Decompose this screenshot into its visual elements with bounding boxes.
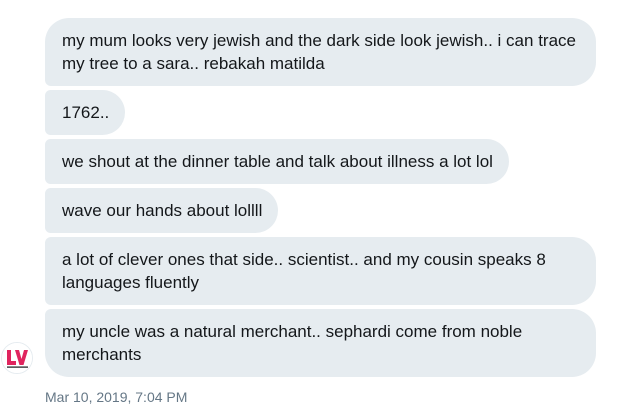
message-timestamp: Mar 10, 2019, 7:04 PM <box>45 389 188 405</box>
message-row: a lot of clever ones that side.. scienti… <box>45 237 605 305</box>
message-bubble[interactable]: 1762.. <box>45 90 126 135</box>
avatar[interactable] <box>1 342 33 374</box>
message-thread: my mum looks very jewish and the dark si… <box>45 18 605 381</box>
message-bubble[interactable]: wave our hands about lollll <box>45 188 279 233</box>
message-bubble[interactable]: a lot of clever ones that side.. scienti… <box>45 237 596 305</box>
message-bubble[interactable]: my uncle was a natural merchant.. sephar… <box>45 309 596 377</box>
message-row: my uncle was a natural merchant.. sephar… <box>45 309 605 377</box>
lv-logo-icon <box>2 343 32 373</box>
message-row: wave our hands about lollll <box>45 188 605 233</box>
message-row: we shout at the dinner table and talk ab… <box>45 139 605 184</box>
message-row: 1762.. <box>45 90 605 135</box>
message-bubble[interactable]: my mum looks very jewish and the dark si… <box>45 18 596 86</box>
message-row: my mum looks very jewish and the dark si… <box>45 18 605 86</box>
message-bubble[interactable]: we shout at the dinner table and talk ab… <box>45 139 509 184</box>
